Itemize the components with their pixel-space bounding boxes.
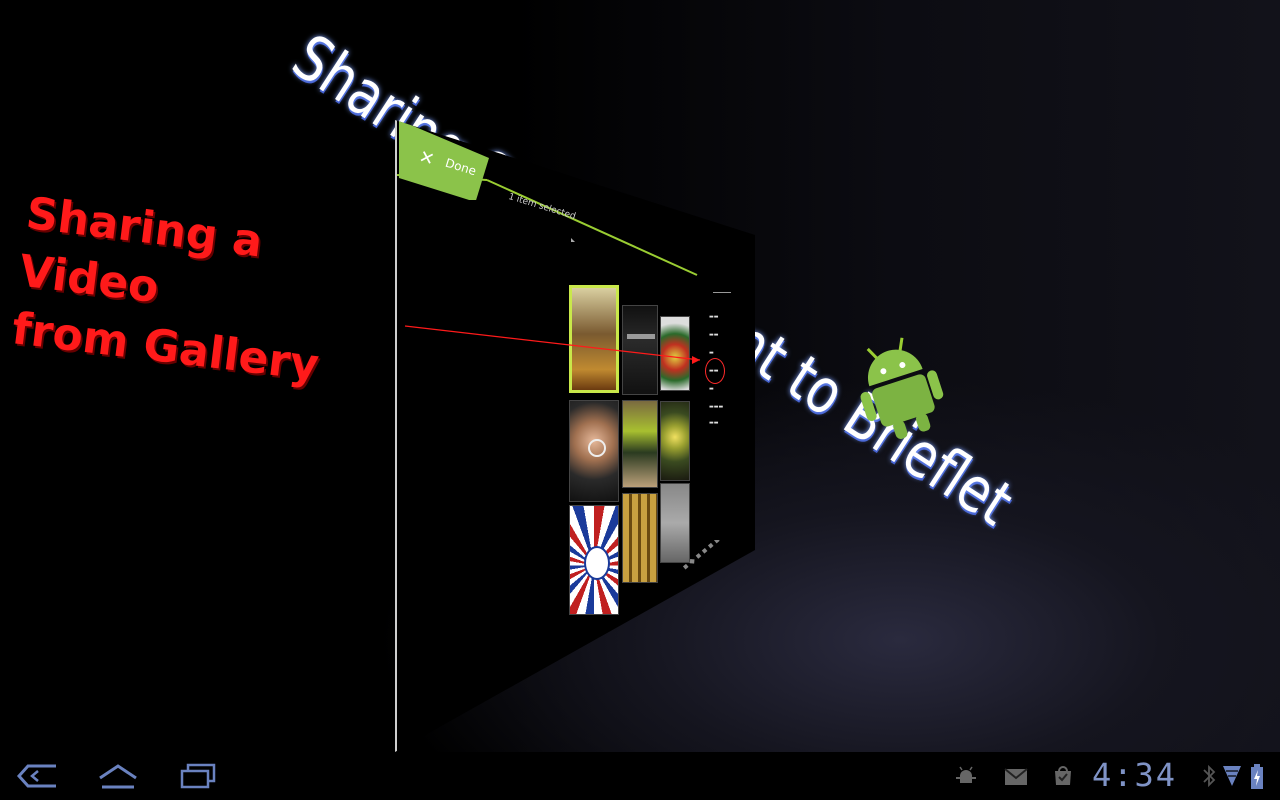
system-bar xyxy=(0,752,1280,800)
card-frame: ✕ Done 1 item selected ▬▬ ▬▬ ▬ ▬▬ ▬ ▬▬▬ … xyxy=(395,120,755,752)
wifi-icon xyxy=(1223,766,1241,786)
share-menu-item[interactable]: ▬ xyxy=(709,386,714,392)
gmail-icon[interactable] xyxy=(1004,768,1028,786)
highlight-circle xyxy=(705,358,725,384)
market-download-icon[interactable] xyxy=(1052,764,1074,786)
svg-text:▪ ◆ ▪ ▪ ▪ ▪: ▪ ◆ ▪ ▪ ▪ ▪ xyxy=(681,540,722,572)
home-screen-3d-carousel: Sharing Some Content to Brieflet Sharing… xyxy=(0,0,1280,752)
bluetooth-icon xyxy=(1203,764,1216,788)
gallery-thumbnail[interactable] xyxy=(569,285,619,393)
gallery-thumbnail[interactable] xyxy=(569,400,619,502)
gallery-thumbnail[interactable] xyxy=(569,505,619,615)
gallery-thumbnail[interactable] xyxy=(660,316,690,391)
gallery-thumbnail[interactable] xyxy=(622,305,658,395)
status-clock[interactable]: 4:34 xyxy=(1092,756,1177,794)
debug-icon[interactable] xyxy=(954,766,978,788)
battery-charging-icon xyxy=(1251,764,1263,789)
home-icon xyxy=(99,764,137,789)
share-menu-item[interactable]: ▬▬ xyxy=(709,314,718,320)
share-menu-item[interactable]: ▬▬ xyxy=(709,420,718,426)
card-nav-icons xyxy=(465,711,516,748)
back-button[interactable] xyxy=(14,760,60,792)
annotation-headline: Sharing a Video from Gallery xyxy=(9,187,322,392)
recent-apps-button[interactable] xyxy=(176,760,220,792)
share-menu-item[interactable]: ▬▬▬ xyxy=(709,404,723,410)
home-button[interactable] xyxy=(94,760,142,792)
back-icon xyxy=(16,764,56,788)
share-menu-item[interactable]: ▬▬ xyxy=(709,332,718,338)
gallery-thumbnail[interactable] xyxy=(622,400,658,488)
share-menu-item[interactable]: ▬ xyxy=(709,350,714,356)
done-label: Done xyxy=(443,155,478,179)
gallery-thumbnail[interactable] xyxy=(660,401,690,481)
gallery-thumbnail[interactable] xyxy=(622,493,658,583)
share-menu-header xyxy=(713,292,731,301)
card-system-bar: ▪ ◆ ▪ ▪ ▪ ▪ xyxy=(681,540,722,572)
android-robot-icon xyxy=(860,337,944,439)
screenshot-card[interactable]: ✕ Done 1 item selected ▬▬ ▬▬ ▬ ▬▬ ▬ ▬▬▬ … xyxy=(395,120,755,752)
close-icon: ✕ xyxy=(416,146,437,171)
recent-apps-icon xyxy=(180,763,216,789)
